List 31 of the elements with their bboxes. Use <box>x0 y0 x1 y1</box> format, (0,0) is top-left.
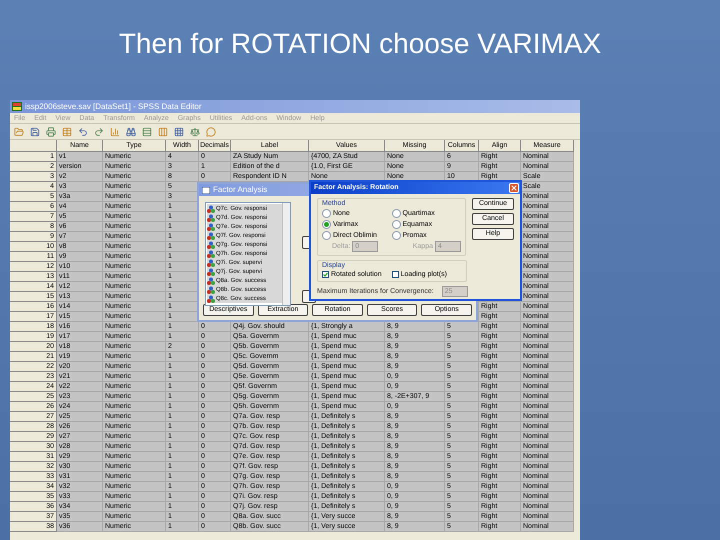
radio-button[interactable] <box>392 220 400 228</box>
folder-icon[interactable] <box>14 126 24 136</box>
columns-icon[interactable] <box>158 126 168 136</box>
radio-button[interactable] <box>322 208 331 218</box>
printer-icon[interactable] <box>46 126 56 136</box>
rows-icon[interactable] <box>142 126 152 136</box>
variable-list[interactable] <box>205 202 291 306</box>
slide-title: Then for ROTATION choose VARIMAX <box>118 27 602 61</box>
dialog-title: Factor Analysis <box>213 185 268 195</box>
binoculars-icon[interactable] <box>126 126 136 136</box>
close-button[interactable] <box>509 183 519 193</box>
undo-icon[interactable] <box>78 126 88 136</box>
speech-bubble-icon[interactable] <box>206 126 216 136</box>
scrollbar[interactable] <box>282 203 290 305</box>
radio-button[interactable] <box>392 230 400 240</box>
close-icon <box>510 184 518 192</box>
window-title: issp2006steve.sav [DataSet1] - SPSS Data Editor <box>25 102 202 112</box>
app-icon <box>12 102 22 111</box>
checkbox[interactable] <box>392 271 399 278</box>
save-icon[interactable] <box>30 126 40 136</box>
bar-chart-icon[interactable] <box>110 126 120 136</box>
table-icon[interactable] <box>62 126 72 136</box>
header-corner[interactable] <box>10 140 57 152</box>
radio-button[interactable] <box>322 230 331 240</box>
grid-icon[interactable] <box>174 126 184 136</box>
scale-icon[interactable] <box>190 126 200 136</box>
redo-icon[interactable] <box>94 126 104 136</box>
radio-button[interactable] <box>392 208 400 218</box>
checkbox[interactable] <box>322 271 329 278</box>
window-icon <box>202 186 210 194</box>
radio-button[interactable] <box>322 220 331 228</box>
